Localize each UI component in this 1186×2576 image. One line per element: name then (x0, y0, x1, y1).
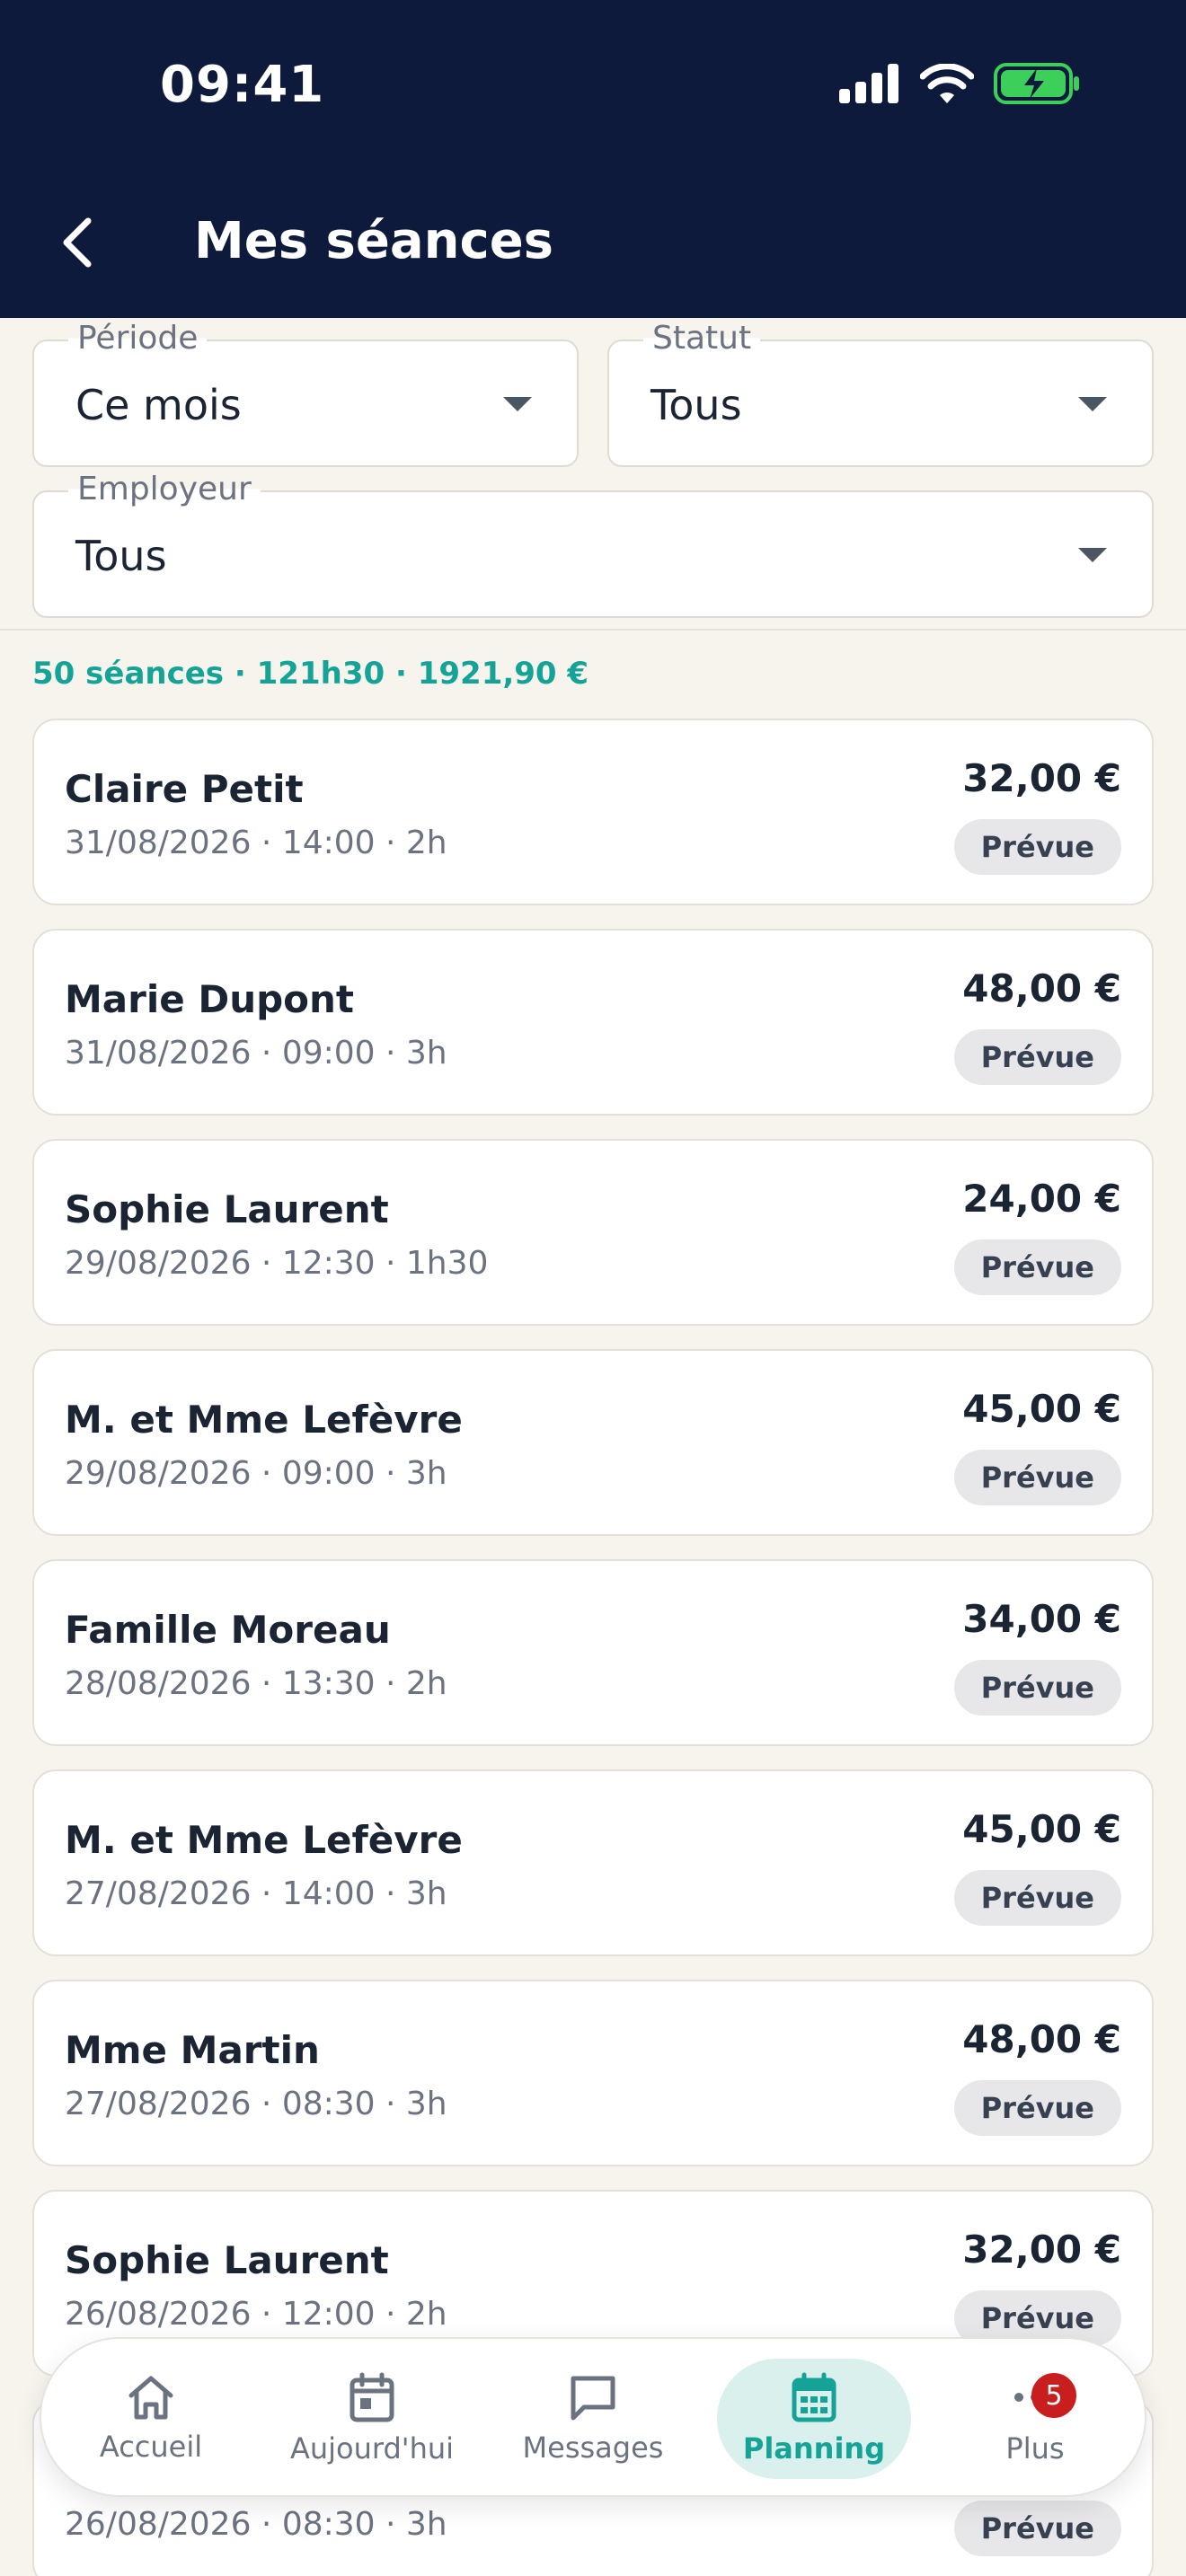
session-datetime: 26/08/2026 · 08:30 · 3h (65, 2506, 447, 2543)
status-badge: Prévue (953, 1660, 1121, 1716)
session-name: M. et Mme Lefèvre (65, 1818, 463, 1862)
session-datetime: 28/08/2026 · 13:30 · 2h (65, 1665, 447, 1702)
employeur-value: Tous (75, 532, 167, 580)
status-time: 09:41 (160, 56, 325, 114)
periode-value: Ce mois (75, 381, 242, 429)
message-icon (571, 2376, 615, 2421)
session-amount: 48,00 € (962, 2017, 1121, 2061)
session-datetime: 26/08/2026 · 12:00 · 2h (65, 2296, 447, 2333)
session-name: Famille Moreau (65, 1608, 391, 1652)
tab-aujourdhui[interactable]: Aujourd'hui (275, 2359, 469, 2479)
session-datetime: 27/08/2026 · 14:00 · 3h (65, 1875, 447, 1912)
session-amount: 45,00 € (962, 1387, 1121, 1431)
status-badge: Prévue (953, 1450, 1121, 1505)
dropdown-arrow-icon (1078, 548, 1107, 562)
tab-plus[interactable]: Plus 5 (938, 2359, 1132, 2479)
employeur-label: Employeur (68, 471, 261, 507)
tab-label: Plus (1005, 2431, 1065, 2466)
dropdown-arrow-icon (503, 397, 532, 411)
back-button[interactable] (50, 207, 104, 278)
signal-icon (839, 64, 898, 103)
session-name: Mme Martin (65, 2028, 320, 2072)
session-card[interactable]: Marie Dupont 31/08/2026 · 09:00 · 3h 48,… (32, 929, 1154, 1116)
session-amount: 34,00 € (962, 1597, 1121, 1641)
wifi-icon (920, 64, 974, 103)
battery-charging-icon (994, 63, 1079, 104)
calendar-day-icon (350, 2372, 394, 2422)
session-amount: 32,00 € (962, 2228, 1121, 2272)
tab-messages[interactable]: Messages (496, 2359, 690, 2479)
session-datetime: 29/08/2026 · 09:00 · 3h (65, 1455, 447, 1492)
session-card[interactable]: M. et Mme Lefèvre 29/08/2026 · 09:00 · 3… (32, 1349, 1154, 1536)
session-amount: 24,00 € (962, 1177, 1121, 1221)
calendar-grid-icon (792, 2372, 836, 2422)
statut-value: Tous (651, 381, 742, 429)
tab-label: Planning (742, 2431, 886, 2466)
session-name: M. et Mme Lefèvre (65, 1398, 463, 1442)
session-name: Claire Petit (65, 767, 304, 811)
tab-label: Aujourd'hui (289, 2431, 455, 2466)
session-datetime: 31/08/2026 · 14:00 · 2h (65, 825, 447, 861)
status-badge: Prévue (953, 819, 1121, 875)
tab-label: Messages (522, 2430, 664, 2465)
session-amount: 32,00 € (962, 756, 1121, 800)
employeur-select[interactable]: Employeur Tous (32, 471, 1154, 618)
session-card[interactable]: Sophie Laurent 29/08/2026 · 12:30 · 1h30… (32, 1139, 1154, 1326)
session-datetime: 29/08/2026 · 12:30 · 1h30 (65, 1245, 489, 1282)
statut-select[interactable]: Statut Tous (607, 320, 1154, 467)
status-icons (839, 63, 1080, 104)
dropdown-arrow-icon (1078, 397, 1107, 411)
tab-planning[interactable]: Planning (717, 2359, 911, 2479)
session-name: Sophie Laurent (65, 1187, 389, 1231)
status-badge: Prévue (953, 1239, 1121, 1295)
tab-accueil[interactable]: Accueil (54, 2359, 248, 2479)
session-amount: 48,00 € (962, 966, 1121, 1010)
bottom-tab-bar: Accueil Aujourd'hui Messages Planning Pl… (40, 2337, 1146, 2497)
periode-select[interactable]: Période Ce mois (32, 320, 579, 467)
session-datetime: 27/08/2026 · 08:30 · 3h (65, 2086, 447, 2122)
statut-label: Statut (643, 320, 761, 357)
status-badge: Prévue (953, 2501, 1121, 2556)
session-name: Sophie Laurent (65, 2238, 389, 2282)
session-name: Marie Dupont (65, 977, 355, 1021)
home-icon (128, 2376, 173, 2420)
session-card[interactable]: M. et Mme Lefèvre 27/08/2026 · 14:00 · 3… (32, 1769, 1154, 1956)
status-badge: Prévue (953, 2080, 1121, 2136)
filters-panel: Période Ce mois Statut Tous Employeur To… (0, 318, 1186, 631)
session-datetime: 31/08/2026 · 09:00 · 3h (65, 1035, 447, 1072)
status-badge: Prévue (953, 1029, 1121, 1085)
app-header: 09:41 Mes séances (0, 0, 1186, 318)
notification-badge: 5 (1031, 2373, 1076, 2418)
tab-label: Accueil (99, 2430, 203, 2464)
session-card[interactable]: Mme Martin 27/08/2026 · 08:30 · 3h 48,00… (32, 1980, 1154, 2166)
sessions-list: Claire Petit 31/08/2026 · 14:00 · 2h 32,… (32, 719, 1154, 2576)
chevron-left-icon (63, 217, 92, 268)
periode-label: Période (68, 320, 208, 357)
session-amount: 45,00 € (962, 1807, 1121, 1851)
sessions-summary: 50 séances · 121h30 · 1921,90 € (32, 656, 589, 692)
status-badge: Prévue (953, 1870, 1121, 1926)
session-card[interactable]: Claire Petit 31/08/2026 · 14:00 · 2h 32,… (32, 719, 1154, 905)
session-card[interactable]: Famille Moreau 28/08/2026 · 13:30 · 2h 3… (32, 1559, 1154, 1746)
page-title: Mes séances (194, 212, 554, 270)
